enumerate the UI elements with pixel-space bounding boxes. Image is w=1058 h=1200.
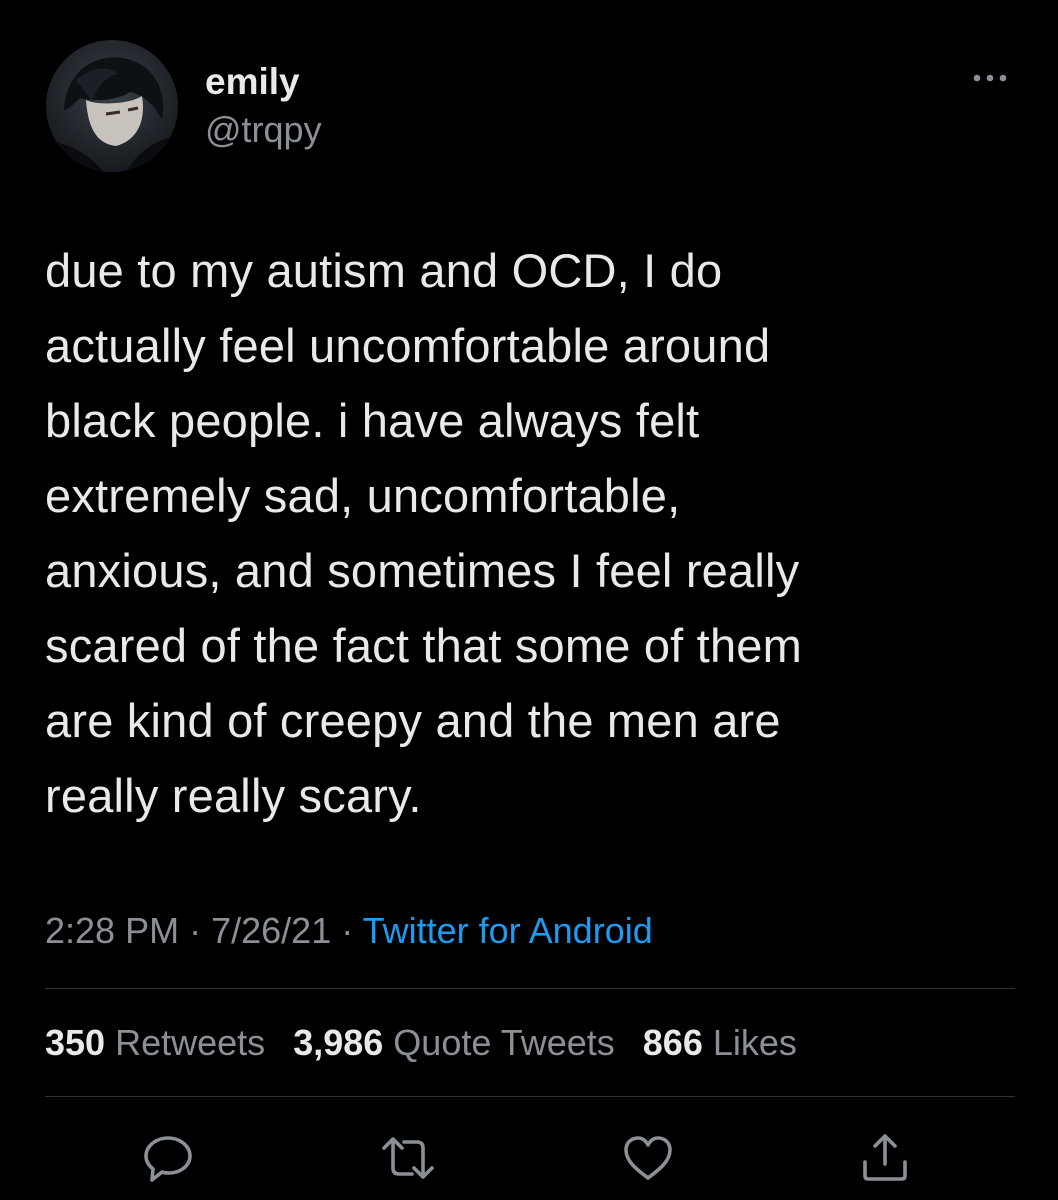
likes-stat[interactable]: 866 Likes <box>643 1022 797 1063</box>
retweets-count: 350 <box>45 1022 106 1063</box>
retweets-label: Retweets <box>115 1022 266 1063</box>
engagement-stats: 350 Retweets 3,986 Quote Tweets 866 Like… <box>45 1020 815 1066</box>
reply-icon <box>144 1136 192 1182</box>
likes-label: Likes <box>712 1022 797 1063</box>
share-button[interactable] <box>855 1128 915 1188</box>
retweets-stat[interactable]: 350 Retweets <box>45 1022 265 1063</box>
likes-count: 866 <box>642 1022 703 1063</box>
tweet-source-link[interactable]: Twitter for Android <box>363 910 653 951</box>
retweet-button[interactable] <box>378 1128 438 1188</box>
quote-tweets-count: 3,986 <box>293 1022 384 1063</box>
reply-button[interactable] <box>138 1128 198 1188</box>
avatar[interactable] <box>46 40 178 172</box>
divider <box>45 1096 1015 1097</box>
tweet-text: due to my autism and OCD, I do actually … <box>45 244 802 822</box>
share-icon <box>863 1134 907 1181</box>
display-name[interactable]: emily <box>205 62 300 102</box>
quote-tweets-stat[interactable]: 3,986 Quote Tweets <box>293 1022 615 1063</box>
tweet-time: 2:28 PM <box>45 910 180 951</box>
user-handle[interactable]: @trqpy <box>205 110 322 150</box>
like-button[interactable] <box>618 1128 678 1188</box>
divider <box>45 988 1015 989</box>
tweet-detail: emily @trqpy due to my autism and OCD, I… <box>0 0 1058 1200</box>
more-horizontal-icon[interactable] <box>968 66 1012 90</box>
quote-tweets-label: Quote Tweets <box>393 1022 615 1063</box>
meta-separator: · <box>189 910 202 951</box>
tweet-actions <box>0 1128 1058 1188</box>
heart-icon <box>624 1136 672 1180</box>
meta-separator: · <box>341 910 354 951</box>
tweet-date: 7/26/21 <box>211 910 332 951</box>
retweet-icon <box>382 1137 434 1179</box>
tweet-metadata: 2:28 PM · 7/26/21 · Twitter for Android <box>45 908 653 954</box>
